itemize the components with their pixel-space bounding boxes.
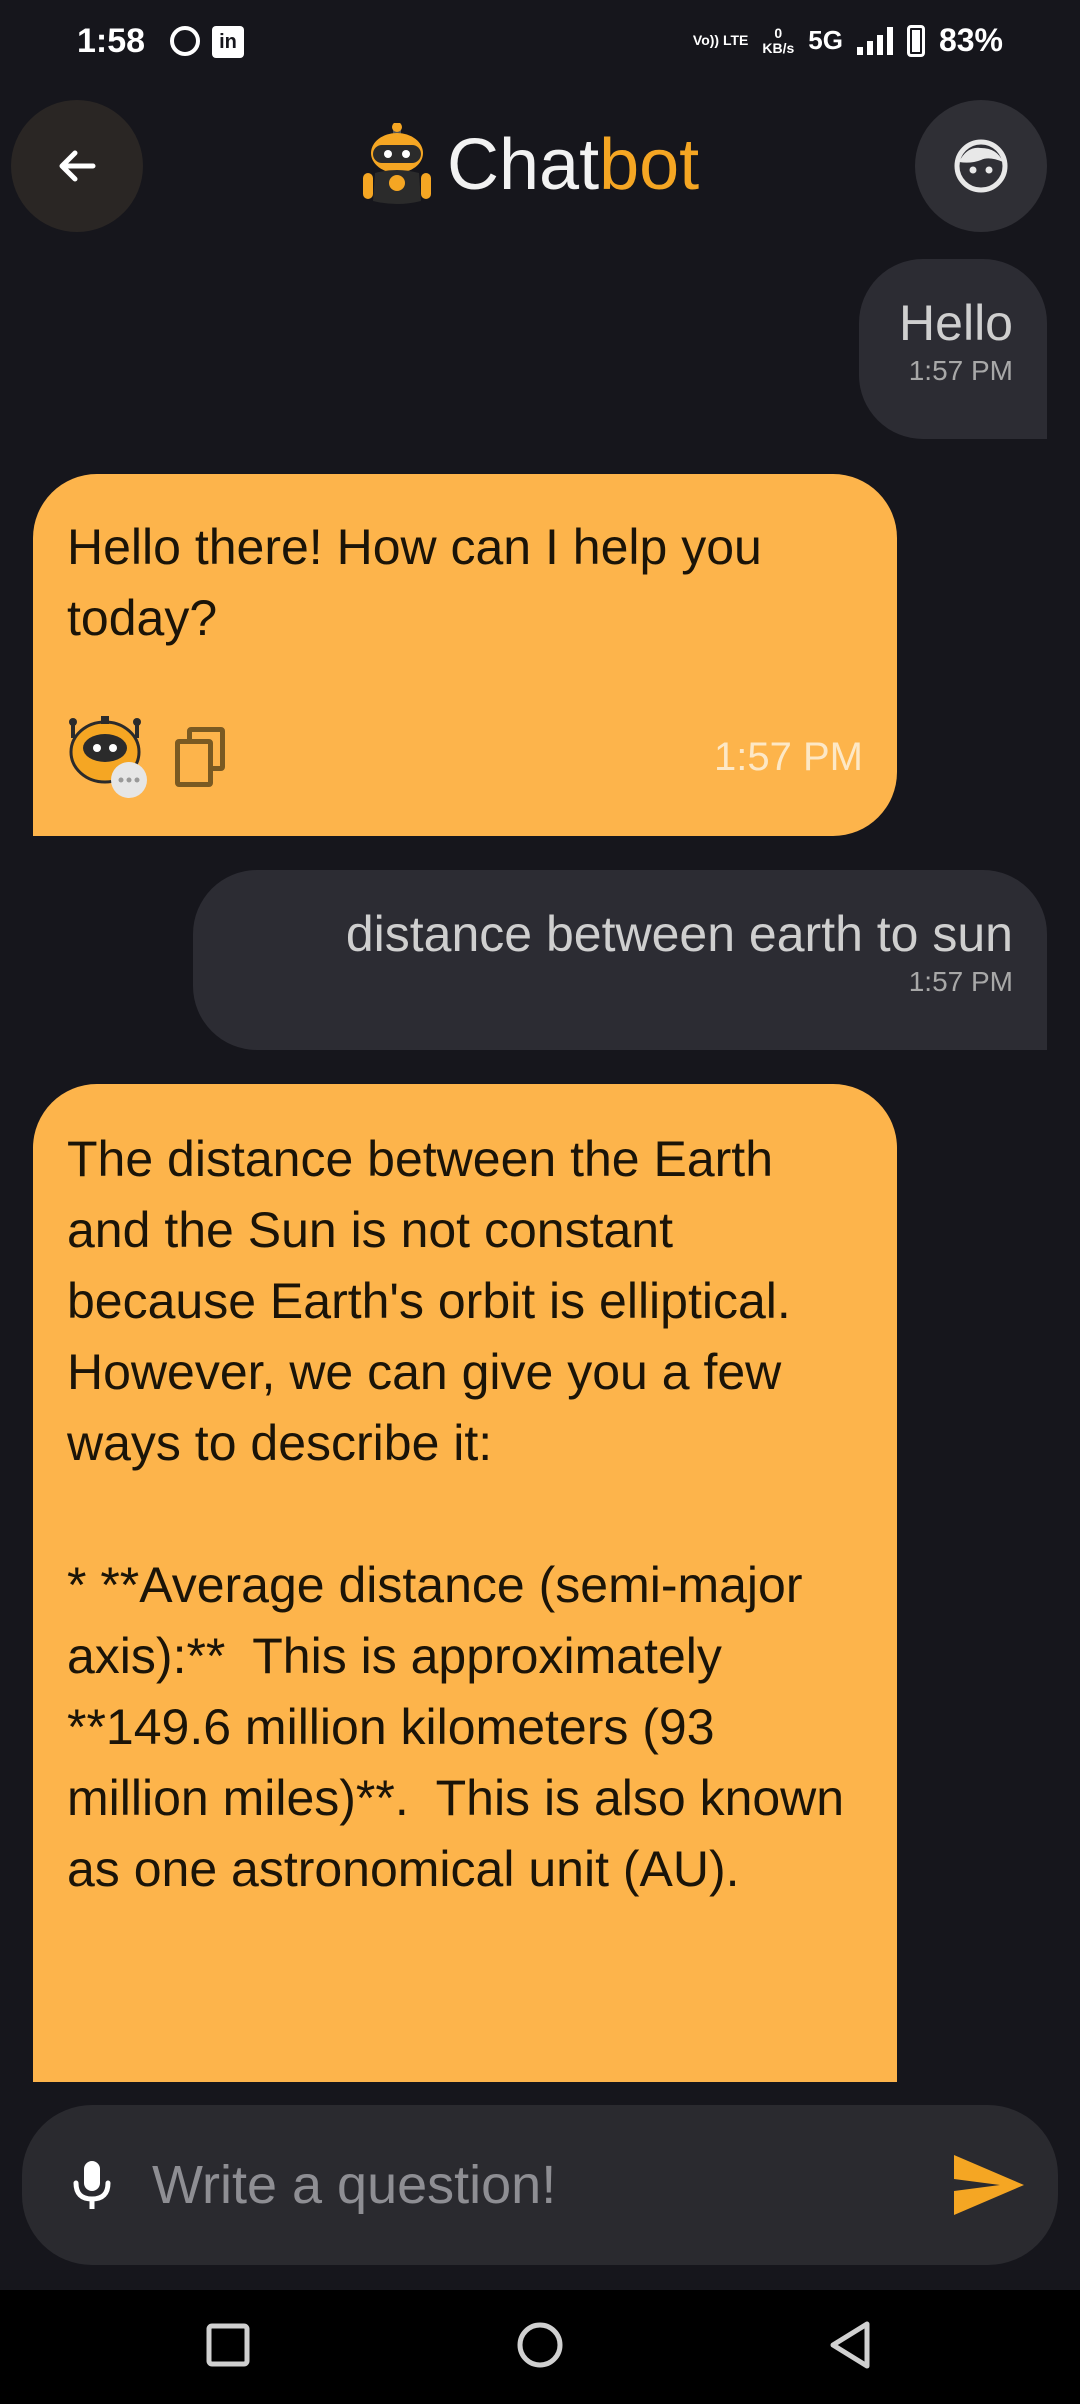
bot-message: Hello there! How can I help you today? 1…	[33, 474, 897, 836]
back-button[interactable]	[11, 100, 143, 232]
recent-apps-icon[interactable]	[193, 2310, 263, 2380]
face-icon	[954, 139, 1008, 193]
robot-logo-icon	[363, 123, 431, 204]
message-text: distance between earth to sun	[345, 906, 1013, 962]
copy-icon[interactable]	[175, 727, 235, 787]
user-message: distance between earth to sun 1:57 PM	[193, 870, 1047, 1050]
app-title-bot: bot	[599, 125, 700, 205]
battery-icon	[906, 24, 925, 57]
data-rate-value: 0	[774, 24, 783, 41]
home-icon[interactable]	[505, 2310, 575, 2380]
bot-message-footer: 1:57 PM	[67, 714, 863, 800]
message-time: 1:57 PM	[714, 734, 863, 779]
back-nav-icon[interactable]	[815, 2310, 885, 2380]
battery-level: 83%	[938, 22, 1003, 58]
question-input-bar	[22, 2105, 1058, 2265]
status-time: 1:58	[77, 22, 146, 60]
bot-message: The distance between the Earth and the S…	[33, 1084, 897, 2082]
app-title: Chat bot	[355, 120, 699, 210]
message-time: 1:57 PM	[908, 966, 1013, 997]
linkedin-icon: in	[212, 26, 244, 58]
message-time: 1:57 PM	[908, 355, 1013, 386]
question-input[interactable]	[152, 2145, 932, 2225]
app-header: Chat bot	[0, 98, 1080, 232]
bot-avatar-icon	[69, 716, 147, 798]
arrow-left-icon	[59, 150, 96, 182]
app-title-chat: Chat	[447, 125, 600, 205]
message-text: Hello there! How can I help you today?	[67, 519, 776, 646]
status-bar: 1:58 in Vo)) LTE 0 KB/s 5G 83%	[0, 0, 1080, 88]
send-icon[interactable]	[948, 2149, 1028, 2221]
system-nav-bar	[0, 2290, 1080, 2404]
status-notification-icons: in	[170, 26, 244, 58]
signal-icon	[856, 26, 893, 55]
profile-button[interactable]	[915, 100, 1047, 232]
microphone-icon[interactable]	[62, 2155, 122, 2215]
status-right-group: Vo)) LTE 0 KB/s 5G 83%	[693, 22, 1003, 59]
message-text: Hello	[899, 295, 1013, 351]
message-text: The distance between the Earth and the S…	[67, 1131, 845, 1897]
network-type: 5G	[808, 25, 843, 55]
data-rate: 0 KB/s	[762, 24, 795, 56]
user-message: Hello 1:57 PM	[859, 259, 1047, 439]
volte-indicator: Vo)) LTE	[692, 32, 749, 48]
data-rate-unit: KB/s	[762, 39, 795, 56]
circle-icon	[170, 26, 200, 56]
chat-screen: 1:58 in Vo)) LTE 0 KB/s 5G 83% Chat bot …	[0, 0, 1080, 2404]
